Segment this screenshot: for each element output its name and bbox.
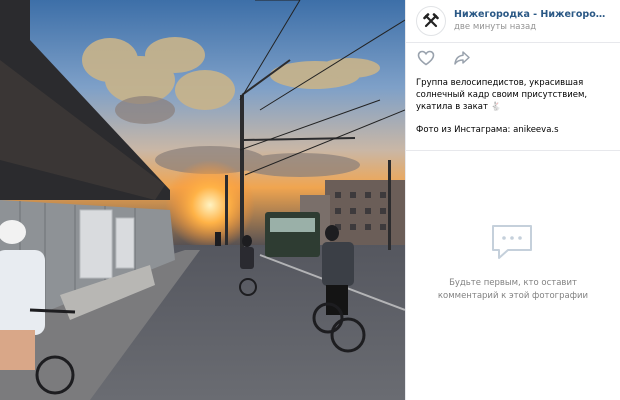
share-button[interactable] <box>452 48 472 68</box>
share-icon <box>454 51 470 65</box>
photo-source: Фото из Инстаграма: anikeeva.s <box>416 125 559 135</box>
caption-line: солнечный кадр своим присутствием, <box>416 90 588 100</box>
hammer-pick-icon <box>423 13 439 28</box>
photo-cyclists-sunset <box>0 0 405 400</box>
post-timestamp[interactable]: две минуты назад <box>454 21 612 34</box>
comments-section: Будьте первым, кто оставит комментарий к… <box>406 150 620 400</box>
post-actions <box>406 43 620 73</box>
empty-comments-line: Будьте первым, кто оставит <box>449 278 577 288</box>
group-avatar[interactable] <box>416 6 446 36</box>
group-name-link[interactable]: Нижегородка - Нижегородский ЮВ... <box>454 8 612 21</box>
heart-icon <box>417 50 435 66</box>
caption-text: Группа велосипедистов, украсившая солнеч… <box>416 77 608 113</box>
like-button[interactable] <box>416 48 436 68</box>
post-sidebar: Нижегородка - Нижегородский ЮВ... две ми… <box>405 0 620 400</box>
empty-comments-line: комментарий к этой фотографии <box>437 291 589 301</box>
speech-bubble-icon <box>492 225 532 259</box>
empty-comments-text: Будьте первым, кто оставит комментарий к… <box>418 277 608 303</box>
photo-viewer[interactable] <box>0 0 405 400</box>
caption-line: укатила в закат <box>416 102 488 112</box>
rabbit-emoji-icon: 🐇 <box>490 102 502 112</box>
post-caption: Группа велосипедистов, украсившая солнеч… <box>406 73 620 136</box>
caption-line: Группа велосипедистов, украсившая <box>416 78 584 88</box>
post-header: Нижегородка - Нижегородский ЮВ... две ми… <box>406 0 620 43</box>
empty-comments-placeholder: Будьте первым, кто оставит комментарий к… <box>406 223 620 303</box>
